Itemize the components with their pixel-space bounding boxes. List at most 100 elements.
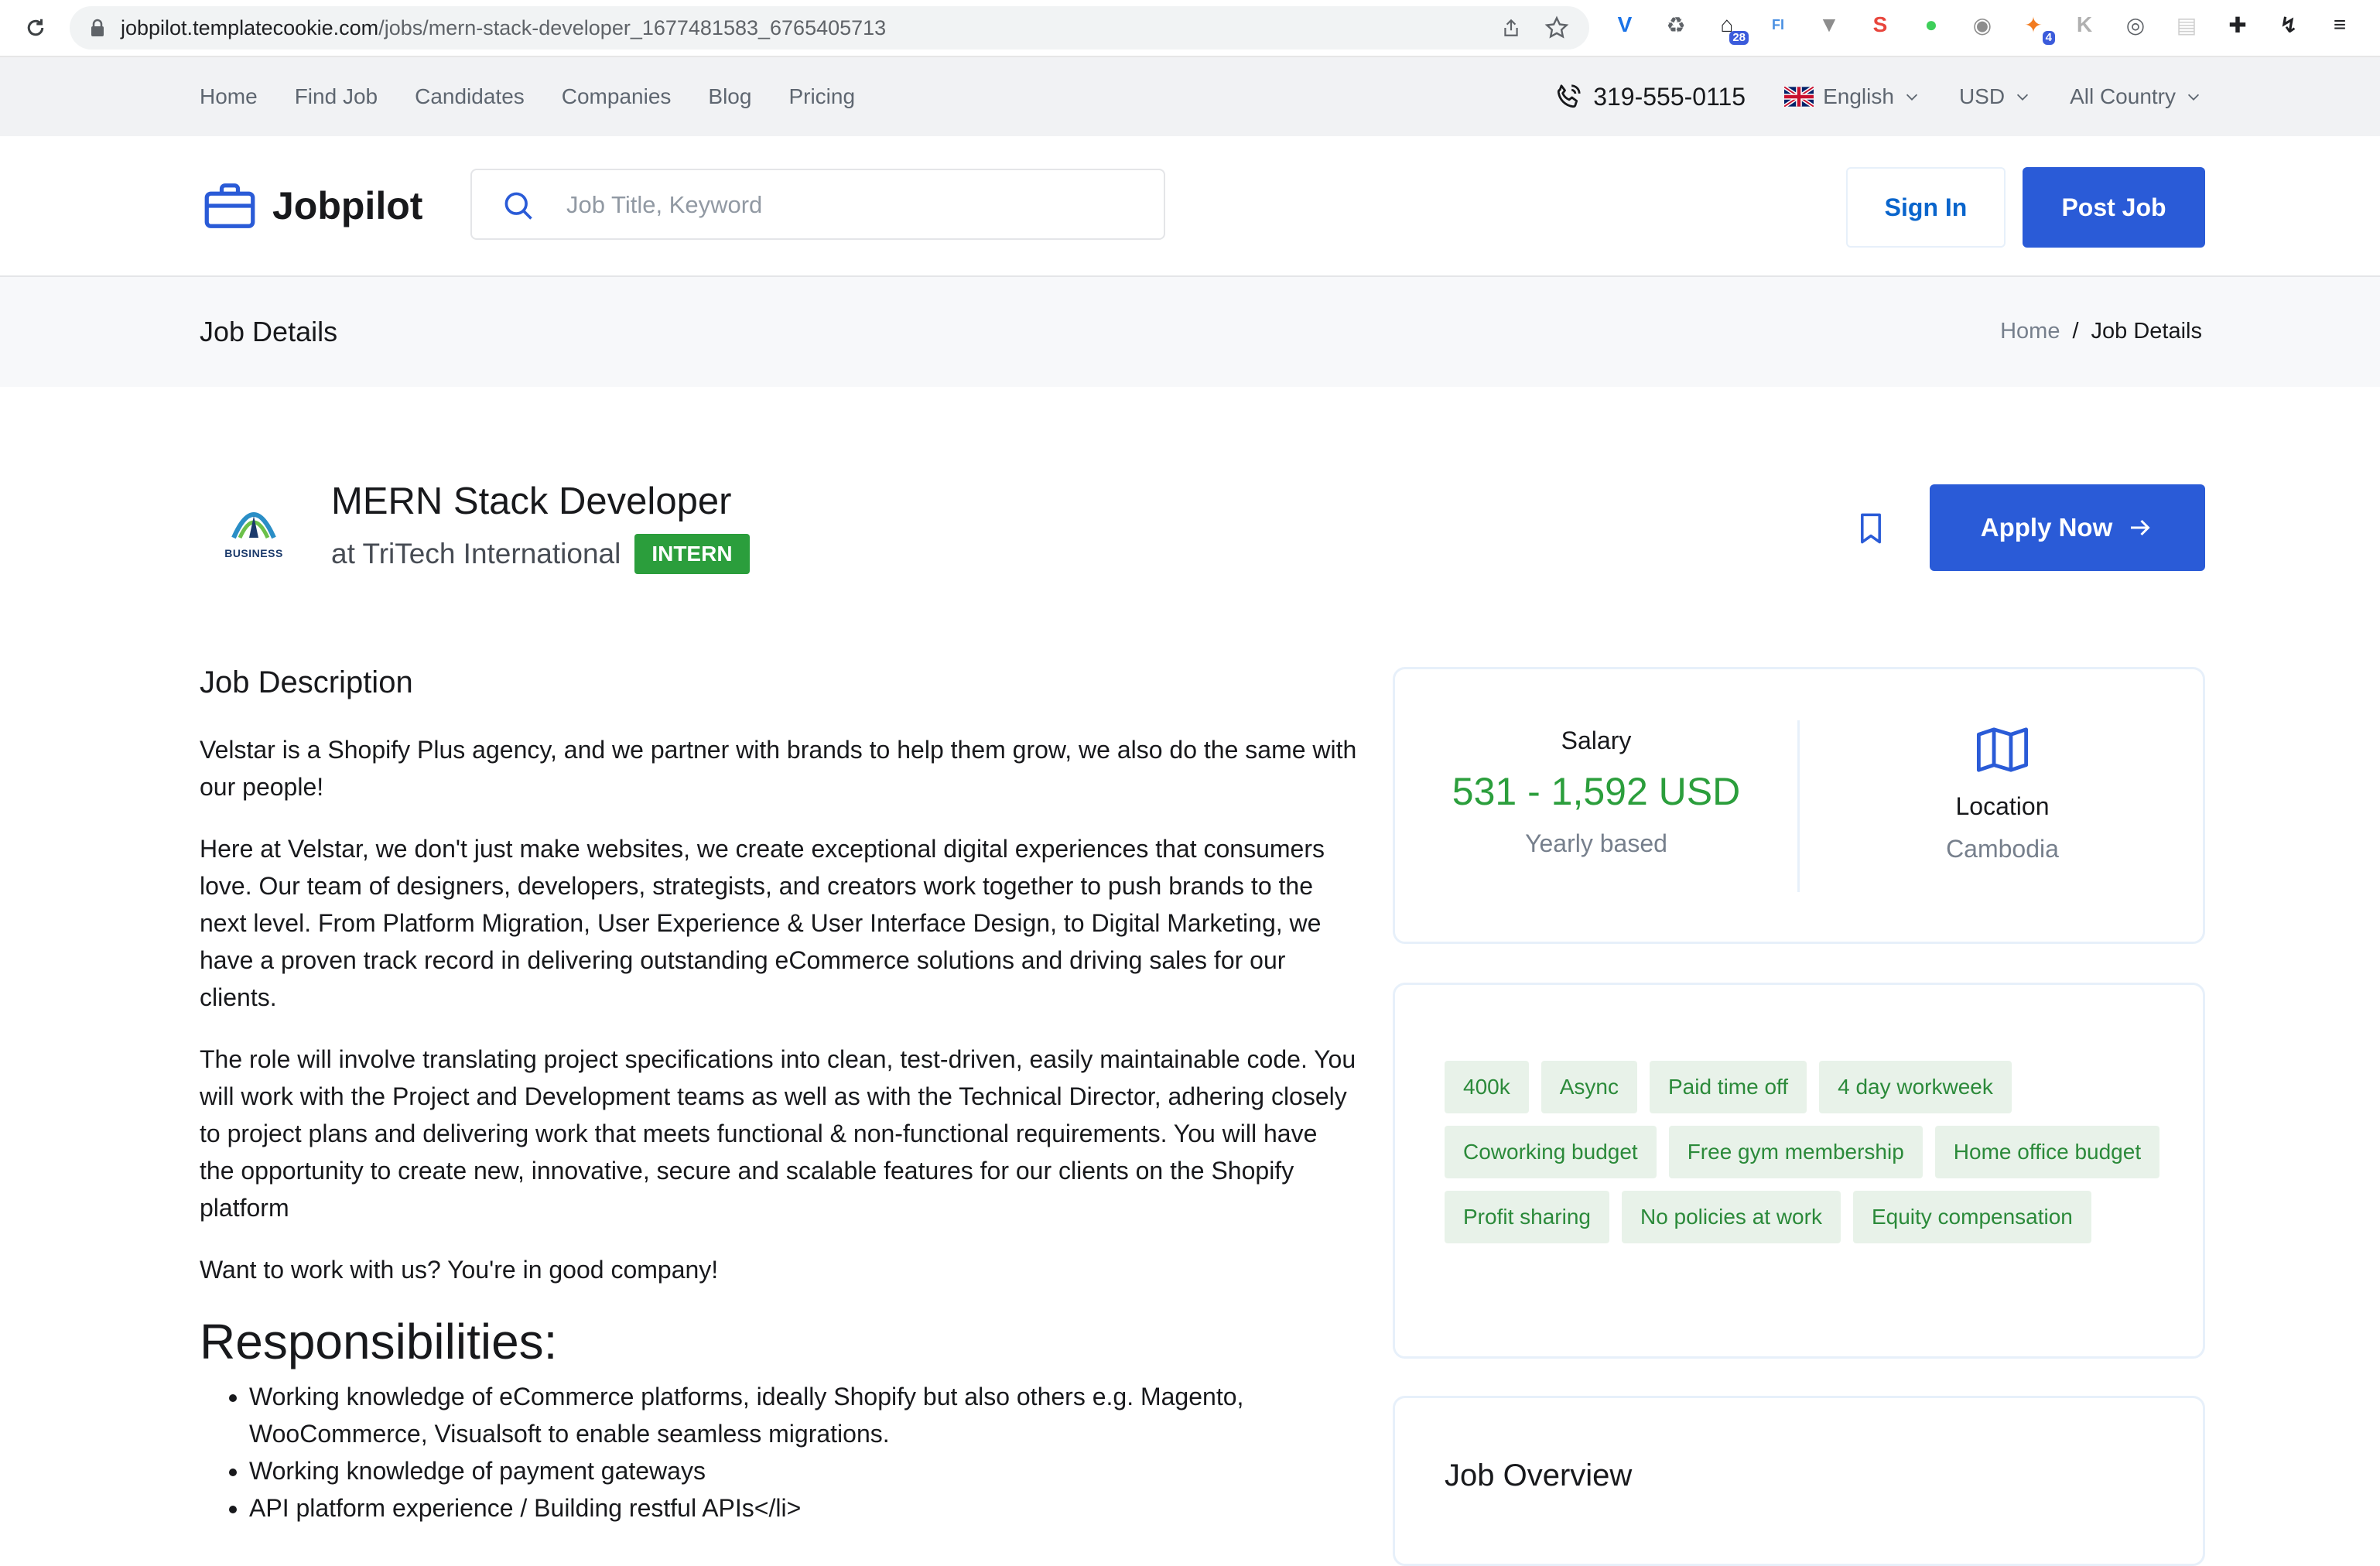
site-logo[interactable]: Jobpilot [203, 181, 422, 231]
benefit-tag: Paid time off [1649, 1061, 1807, 1113]
responsibility-item: Working knowledge of payment gateways [249, 1452, 1357, 1489]
company-name[interactable]: at TriTech International [331, 538, 621, 570]
recycle-extension-icon[interactable]: ♻ [1662, 11, 1690, 39]
share-icon[interactable] [1501, 17, 1521, 43]
bolt-extension-icon[interactable]: ↯ [2275, 11, 2303, 39]
description-paragraph: Velstar is a Shopify Plus agency, and we… [200, 736, 1357, 801]
extension-badge: 28 [1729, 31, 1749, 45]
search-icon [504, 192, 532, 220]
post-job-button[interactable]: Post Job [2023, 167, 2205, 248]
url-host: jobpilot.templatecookie.com [121, 16, 379, 39]
company-logo-label: BUSINESS [224, 547, 283, 559]
printer-extension-icon[interactable]: ▤ [2173, 11, 2200, 39]
language-value: English [1823, 84, 1894, 108]
description-paragraph: The role will involve translating projec… [200, 1045, 1356, 1222]
location-block: Location Cambodia [1800, 669, 2205, 942]
responsibilities-list: Working knowledge of eCommerce platforms… [200, 1378, 1357, 1527]
description-paragraph: Want to work with us? You're in good com… [200, 1256, 719, 1284]
nav-candidates[interactable]: Candidates [415, 84, 525, 109]
gray-extension-icon[interactable]: K [2071, 11, 2098, 39]
apply-now-label: Apply Now [1980, 513, 2113, 542]
description-heading: Job Description [200, 665, 413, 699]
nav-pricing[interactable]: Pricing [788, 84, 855, 109]
nav-find-job[interactable]: Find Job [295, 84, 378, 109]
benefits-card: 400k Async Paid time off 4 day workweek … [1393, 983, 2205, 1359]
logo-text: Jobpilot [272, 184, 423, 227]
map-icon [1976, 727, 2029, 772]
salary-block: Salary 531 - 1,592 USD Yearly based [1395, 669, 1797, 942]
salary-period: Yearly based [1525, 829, 1667, 857]
dashlane-extension-icon[interactable]: ⌂ 28 [1713, 11, 1749, 45]
benefit-tag: Free gym membership [1668, 1126, 1923, 1178]
language-select[interactable]: English [1784, 84, 1920, 109]
bookmark-star-icon[interactable] [1544, 15, 1569, 44]
uk-flag-icon [1784, 87, 1814, 107]
benefit-tag: Home office budget [1934, 1126, 2160, 1178]
benefit-tag: Profit sharing [1445, 1191, 1609, 1243]
search-box[interactable] [470, 169, 1165, 240]
company-logo: BUSINESS [204, 480, 303, 579]
currency-value: USD [1958, 84, 2006, 108]
address-bar[interactable]: jobpilot.templatecookie.com/jobs/mern-st… [70, 6, 1589, 50]
reload-icon[interactable] [20, 12, 51, 43]
top-nav-links: Home Find Job Candidates Companies Blog … [200, 57, 855, 136]
page-title: Job Details [200, 316, 338, 347]
arrow-right-icon [2131, 519, 2150, 536]
benefit-tag: Async [1541, 1061, 1637, 1113]
sign-in-button[interactable]: Sign In [1846, 167, 2006, 248]
benefit-tag: 400k [1445, 1061, 1529, 1113]
chevron-down-icon [2016, 94, 2029, 101]
description-paragraph: Here at Velstar, we don't just make webs… [200, 835, 1325, 1011]
top-nav-bar: Home Find Job Candidates Companies Blog … [0, 57, 2380, 136]
apply-now-button[interactable]: Apply Now [1930, 484, 2205, 571]
responsibility-item: Working knowledge of eCommerce platforms… [249, 1378, 1357, 1452]
orange-extension-icon[interactable]: ✦ 4 [2019, 11, 2055, 45]
vpn-extension-icon[interactable]: V [1611, 11, 1639, 39]
extension-badge: 4 [2042, 31, 2055, 45]
currency-select[interactable]: USD [1959, 84, 2031, 109]
benefit-tags: 400k Async Paid time off 4 day workweek … [1445, 1061, 2172, 1243]
puzzle-extension-icon[interactable]: ✚ [2224, 11, 2252, 39]
location-label: Location [1955, 792, 2050, 820]
nav-companies[interactable]: Companies [562, 84, 672, 109]
search-input[interactable] [565, 186, 1140, 224]
lock-icon [90, 19, 105, 41]
green-extension-icon[interactable]: ● [1917, 11, 1945, 39]
shield-extension-icon[interactable]: S [1866, 11, 1894, 39]
breadcrumb-separator: / [2072, 319, 2079, 344]
nav-home[interactable]: Home [200, 84, 258, 109]
salary-label: Salary [1561, 727, 1632, 754]
company-logo-emblem [231, 512, 276, 539]
media-extension-icon[interactable]: ≡ [2326, 11, 2354, 39]
url-path: /jobs/mern-stack-developer_1677481583_67… [378, 16, 887, 39]
phone-contact[interactable]: 319-555-0115 [1553, 81, 1746, 112]
briefcase-icon [204, 183, 255, 228]
breadcrumb: Home / Job Details [2000, 319, 2202, 344]
vue-extension-icon[interactable]: ▼ [1815, 11, 1843, 39]
job-description: Job Description Velstar is a Shopify Plu… [200, 665, 1357, 1527]
top-right-controls: 319-555-0115 English USD All Country [1553, 57, 2202, 136]
chevron-down-icon [2187, 94, 2200, 101]
phone-icon [1558, 84, 1581, 108]
nav-blog[interactable]: Blog [708, 84, 751, 109]
camera-extension-icon[interactable]: ◉ [1968, 11, 1996, 39]
job-title: MERN Stack Developer [331, 480, 732, 522]
benefit-tag: Coworking budget [1445, 1126, 1657, 1178]
url-text[interactable]: jobpilot.templatecookie.com/jobs/mern-st… [121, 16, 886, 40]
location-value: Cambodia [1946, 835, 2059, 863]
chevron-down-icon [1906, 94, 1918, 101]
fi-extension-icon[interactable]: FI [1764, 11, 1792, 39]
job-type-badge: INTERN [634, 534, 750, 574]
breadcrumb-home[interactable]: Home [2000, 319, 2060, 344]
responsibilities-heading: Responsibilities: [200, 1314, 558, 1369]
bookmark-button[interactable] [1854, 509, 1888, 548]
job-overview-card: Job Overview [1393, 1396, 2205, 1566]
benefit-tag: No policies at work [1621, 1191, 1841, 1243]
country-select[interactable]: All Country [2070, 84, 2202, 109]
benefit-tag: 4 day workweek [1819, 1061, 2012, 1113]
browser-toolbar: jobpilot.templatecookie.com/jobs/mern-st… [0, 0, 2380, 57]
job-overview-title: Job Overview [1445, 1458, 1633, 1492]
salary-value: 531 - 1,592 USD [1452, 770, 1741, 813]
ring-extension-icon[interactable]: ◎ [2122, 11, 2149, 39]
responsibility-item: API platform experience / Building restf… [249, 1489, 1357, 1527]
